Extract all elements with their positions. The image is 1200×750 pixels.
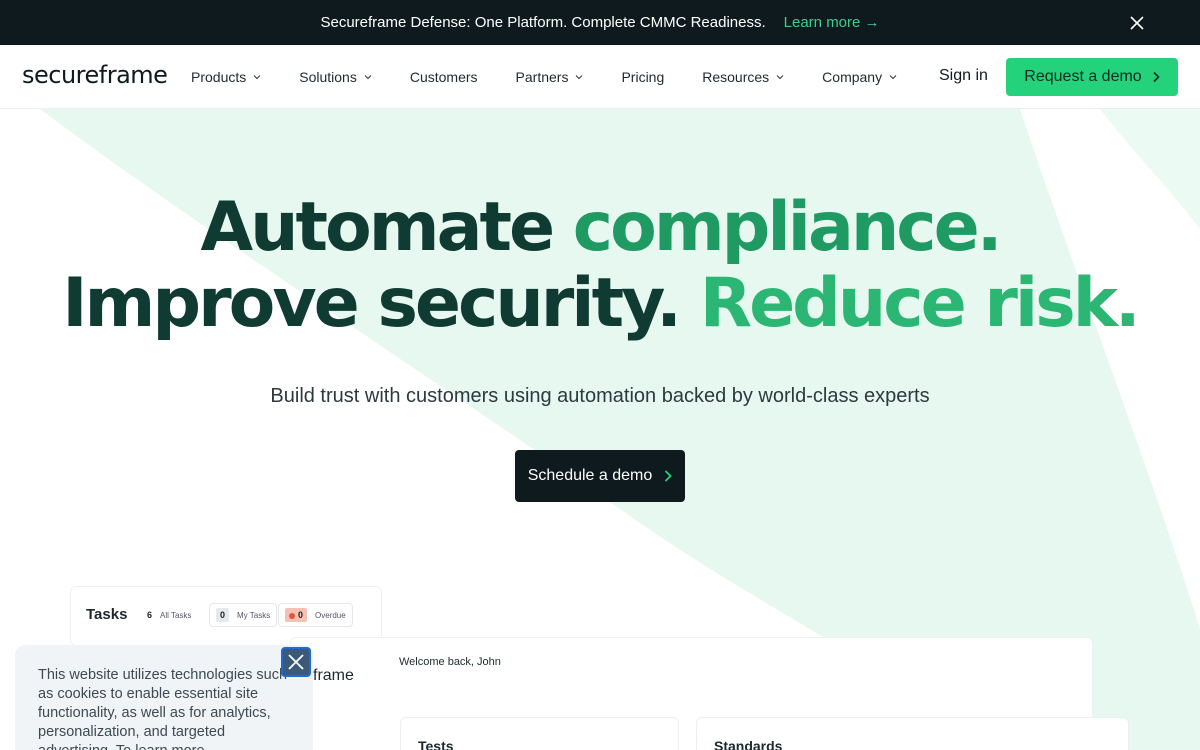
chevron-down-icon (364, 75, 372, 80)
nav-label: Partners (515, 69, 569, 85)
headline-reduce-risk: Reduce risk. (699, 264, 1141, 343)
schedule-demo-button[interactable]: Schedule a demo (515, 450, 685, 502)
chevron-down-icon (776, 75, 784, 80)
request-demo-button[interactable]: Request a demo (1006, 58, 1178, 96)
nav-item-partners[interactable]: Partners (516, 69, 584, 85)
overdue-label: Overdue (315, 610, 346, 620)
my-tasks-label: My Tasks (237, 610, 271, 620)
chevron-down-icon (576, 75, 583, 80)
headline-compliance: compliance. (572, 188, 1003, 267)
cookie-close-button[interactable] (281, 647, 311, 677)
tasks-title: Tasks (86, 606, 128, 623)
nav-item-pricing[interactable]: Pricing (621, 69, 664, 85)
nav-label: Resources (702, 69, 770, 85)
overdue-count: 0 (298, 610, 304, 620)
nav-label: Solutions (299, 69, 357, 85)
schedule-demo-label: Schedule a demo (527, 467, 653, 484)
standards-card: Standards (696, 717, 1129, 750)
nav-label: Products (191, 69, 247, 85)
nav-label: Pricing (621, 69, 665, 85)
announcement-message: Secureframe Defense: One Platform. Compl… (320, 14, 766, 31)
nav-item-solutions[interactable]: Solutions (299, 69, 372, 85)
my-tasks-count: 0 (216, 608, 230, 622)
announcement-bar: Secureframe Defense: One Platform. Compl… (0, 0, 1200, 45)
close-icon (288, 654, 304, 670)
all-tasks-count: 6 (147, 610, 153, 620)
overdue-count-badge: 0 (285, 608, 308, 622)
chevron-down-icon (253, 75, 261, 80)
overdue-filter[interactable]: 0 Overdue (278, 603, 353, 627)
headline-automate: Automate (200, 188, 555, 267)
hero-subheading: Build trust with customers using automat… (270, 385, 930, 407)
sign-in-link[interactable]: Sign in (939, 67, 988, 85)
learn-more-link[interactable]: Learn more → (784, 14, 880, 31)
nav-menu: Products Solutions Customers Partners Pr… (191, 45, 935, 109)
chevron-right-icon (665, 470, 673, 482)
request-demo-label: Request a demo (1024, 68, 1142, 85)
welcome-message: Welcome back, John (399, 656, 501, 668)
all-tasks-filter[interactable]: 6 All Tasks (141, 603, 197, 627)
nav-label: Company (822, 69, 883, 85)
alert-dot-icon (289, 612, 295, 619)
nav-item-customers[interactable]: Customers (410, 69, 478, 85)
chevron-right-icon (1153, 71, 1160, 83)
tests-card: Tests (400, 717, 679, 750)
my-tasks-filter[interactable]: 0 My Tasks (209, 603, 278, 627)
cookie-text: This website utilizes technologies such … (38, 667, 288, 750)
main-nav: secureframe Products Solutions Customers… (0, 45, 1200, 109)
close-icon[interactable] (1126, 12, 1148, 34)
secureframe-logo[interactable]: secureframe (22, 61, 168, 89)
headline-improve-security: Improve security. (62, 264, 682, 343)
all-tasks-label: All Tasks (160, 610, 192, 620)
chevron-down-icon (889, 75, 897, 80)
cookie-banner: This website utilizes technologies such … (15, 645, 313, 750)
nav-item-company[interactable]: Company (822, 69, 897, 85)
nav-item-resources[interactable]: Resources (702, 69, 784, 85)
nav-label: Customers (409, 69, 478, 85)
nav-item-products[interactable]: Products (191, 69, 261, 85)
standards-label: Standards (714, 738, 783, 750)
app-logo-fragment: frame (313, 667, 354, 684)
hero-headline: Automate compliance. Improve security. R… (0, 190, 1200, 342)
tests-label: Tests (418, 738, 454, 750)
